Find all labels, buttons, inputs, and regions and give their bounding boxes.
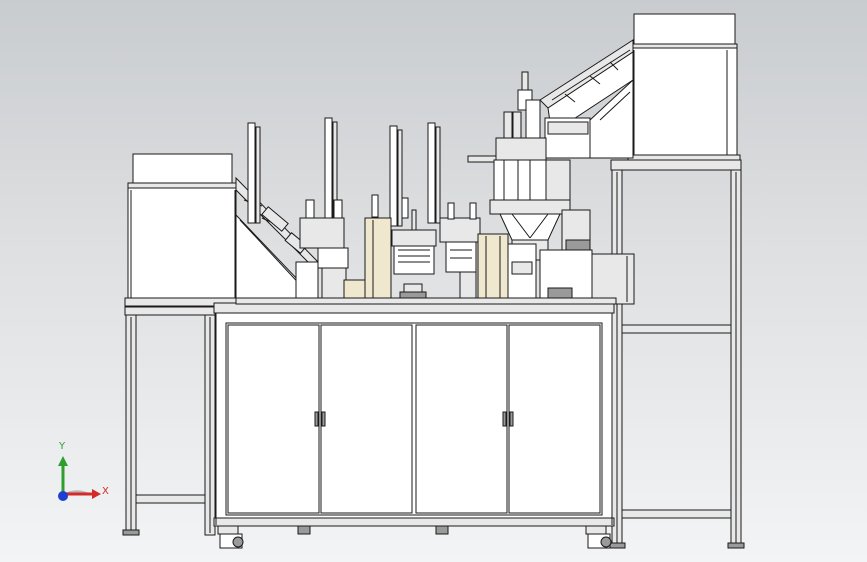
coordinate-triad [58, 456, 101, 501]
left-hopper-box [124, 153, 241, 307]
x-axis-label: X [102, 486, 109, 497]
table-top-plate [235, 297, 617, 305]
right-inclined-chute [539, 39, 634, 159]
right-frame [608, 159, 745, 549]
y-axis-label: Y [59, 441, 66, 452]
machine-drawing [58, 13, 745, 549]
left-frame [122, 306, 216, 536]
cabinet-casters [217, 525, 612, 549]
vertical-posts [247, 117, 441, 227]
cad-viewport[interactable]: Y X [0, 0, 867, 562]
right-hopper-box [627, 13, 741, 161]
